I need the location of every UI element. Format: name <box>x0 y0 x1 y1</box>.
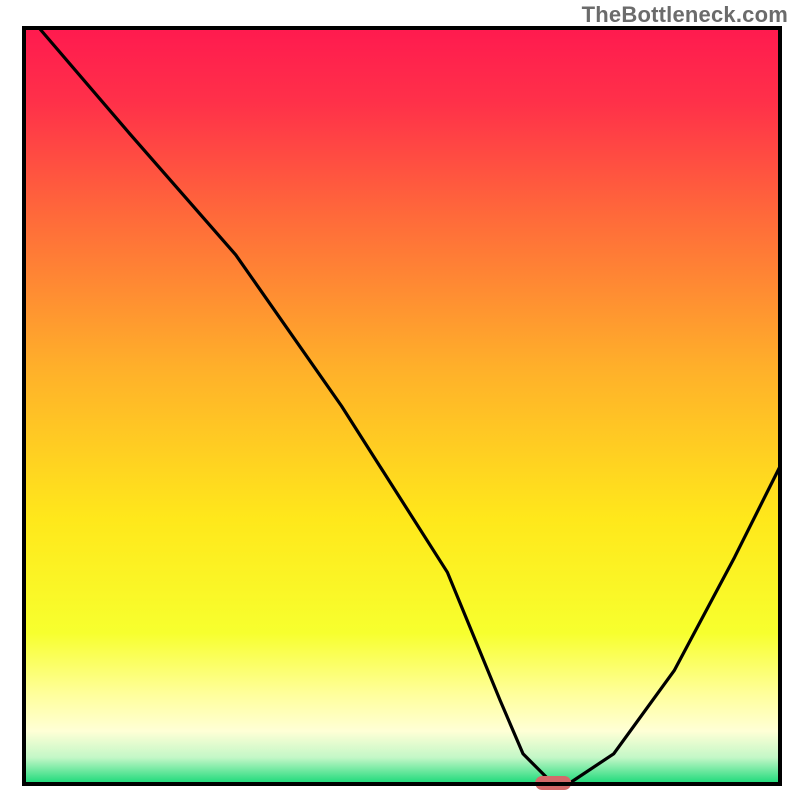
chart-svg <box>0 0 800 800</box>
bottleneck-chart: TheBottleneck.com <box>0 0 800 800</box>
watermark-text: TheBottleneck.com <box>582 2 788 28</box>
